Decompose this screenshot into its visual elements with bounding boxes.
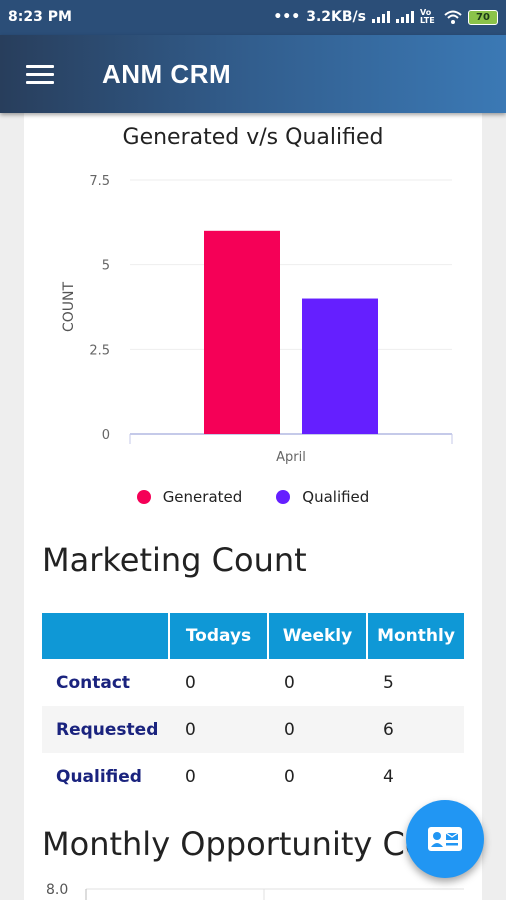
status-time: 8:23 PM (8, 9, 72, 25)
signal-icon (396, 11, 414, 23)
y-axis-label: COUNT (61, 282, 77, 333)
marketing-count-table: Todays Weekly Monthly Contact 0 0 5 Requ… (42, 613, 464, 800)
cell-todays: 0 (169, 706, 268, 753)
signal-icon (372, 11, 390, 23)
dashboard-card: Generated v/s Qualified 7.5 5 2.5 0 COUNT Apr… (24, 113, 482, 900)
dots-icon: ••• (273, 9, 301, 25)
bar-generated (204, 230, 280, 434)
y-tick-label: 0 (102, 428, 110, 443)
x-tick-label: April (276, 450, 306, 465)
cell-monthly: 5 (383, 672, 394, 693)
cell-weekly: 0 (284, 766, 295, 787)
legend-item-qualified[interactable]: Qualified (276, 488, 369, 506)
y-tick-label: 5 (102, 259, 110, 274)
legend-dot-qualified (276, 490, 291, 504)
hamburger-menu-icon[interactable] (26, 65, 54, 85)
row-label-qualified: Qualified (56, 766, 142, 787)
row-label-contact: Contact (56, 672, 131, 693)
contact-card-fab[interactable] (406, 800, 484, 878)
y-tick-label: 2.5 (89, 343, 110, 358)
cell-monthly: 6 (367, 706, 464, 753)
cell-todays: 0 (185, 672, 196, 693)
chart-legend: Generated Qualified (24, 488, 482, 506)
table-header-empty (42, 613, 170, 659)
app-title: ANM CRM (102, 59, 232, 89)
battery-icon: 70 (468, 9, 498, 25)
cell-weekly: 0 (268, 706, 367, 753)
marketing-count-title: Marketing Count (42, 541, 307, 579)
table-header-todays: Todays (169, 613, 269, 659)
legend-label-generated: Generated (162, 488, 243, 506)
legend-dot-generated (136, 490, 151, 504)
cell-monthly: 4 (383, 766, 394, 787)
bar-qualified (302, 298, 378, 434)
app-bar: ANM CRM (0, 35, 506, 113)
legend-label-qualified: Qualified (302, 488, 370, 506)
row-label-requested: Requested (42, 706, 169, 753)
network-speed: 3.2KB/s (306, 9, 366, 25)
volte-label: Vo LTE (420, 8, 435, 25)
opportunity-ytick-label: 8.0 (46, 882, 68, 898)
table-row: Qualified 0 0 4 (42, 753, 464, 800)
y-tick-label: 7.5 (89, 174, 110, 189)
monthly-opportunity-chart-top: 8.0 (46, 882, 464, 900)
table-header-weekly: Weekly (268, 613, 368, 659)
wifi-icon (444, 10, 462, 24)
table-row: Requested 0 0 6 (42, 706, 464, 753)
status-icons: ••• 3.2KB/s Vo LTE 70 (273, 9, 498, 25)
contact-card-icon (428, 827, 462, 851)
table-row: Contact 0 0 5 (42, 659, 464, 706)
cell-weekly: 0 (284, 672, 295, 693)
status-bar: 8:23 PM ••• 3.2KB/s Vo LTE 70 (0, 0, 506, 35)
legend-item-generated[interactable]: Generated (136, 488, 243, 506)
table-header-monthly: Monthly (367, 613, 464, 659)
table-header-row: Todays Weekly Monthly (42, 613, 464, 659)
cell-todays: 0 (185, 766, 196, 787)
bar-chart: 7.5 5 2.5 0 COUNT April (61, 174, 453, 465)
